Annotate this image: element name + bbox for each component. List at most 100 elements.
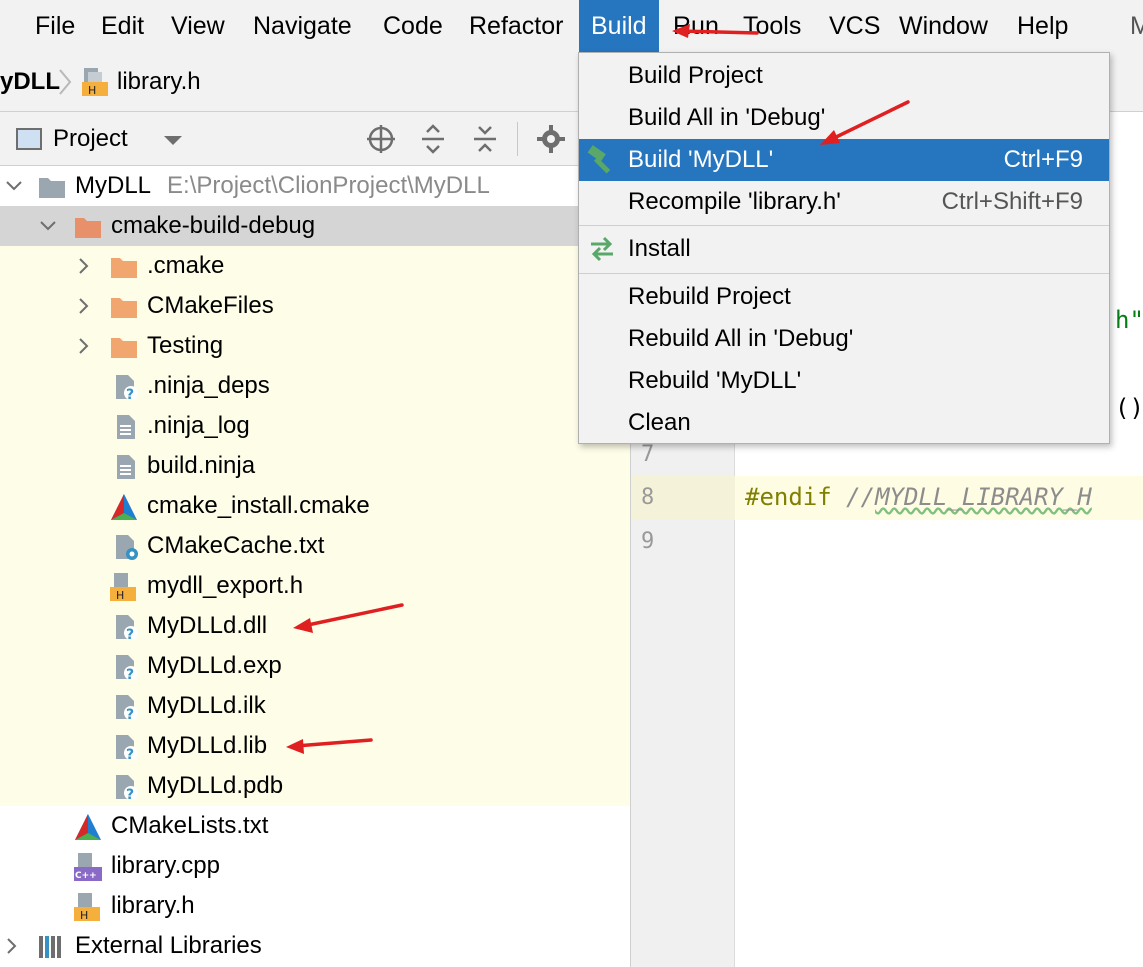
header-file-icon: H <box>82 68 108 96</box>
build-menu: Build Project Build All in 'Debug' Build… <box>578 52 1110 444</box>
config-file-icon <box>116 535 138 560</box>
folder-icon <box>39 178 65 198</box>
menu-item-build-project[interactable]: Build Project <box>579 55 1109 97</box>
menu-navigate[interactable]: Navigate <box>253 0 352 52</box>
collapse-all-icon[interactable] <box>470 124 500 154</box>
folder-icon <box>75 218 101 238</box>
comment-prefix: // <box>846 483 876 511</box>
unknown-file-icon: ? <box>116 375 138 401</box>
menu-vcs[interactable]: VCS <box>829 0 880 52</box>
svg-text:H: H <box>88 84 96 96</box>
menu-item-install[interactable]: Install <box>579 228 1109 270</box>
gear-icon[interactable] <box>536 124 566 154</box>
unknown-file-icon: ? <box>116 615 138 641</box>
tree-item[interactable]: .cmake <box>0 246 630 286</box>
chevron-down-icon[interactable] <box>38 206 58 246</box>
cmake-icon <box>111 494 137 520</box>
tree-node-external-libraries[interactable]: External Libraries <box>0 926 630 966</box>
comment-text: MYDLL_LIBRARY_H <box>875 483 1092 511</box>
tree-label: .ninja_deps <box>147 372 270 399</box>
tree-item[interactable]: cmake_install.cmake <box>0 486 630 526</box>
tree-node-root[interactable]: MyDLL E:\Project\ClionProject\MyDLL <box>0 166 630 206</box>
tree-root-label: MyDLL <box>75 172 152 199</box>
code-fragment-parens: () <box>1115 394 1143 422</box>
folder-icon <box>111 298 137 318</box>
tree-label: CMakeFiles <box>147 292 274 319</box>
tree-label: mydll_export.h <box>147 572 304 599</box>
tree-item[interactable]: ? MyDLLd.exp <box>0 646 630 686</box>
tree-item[interactable]: H mydll_export.h <box>0 566 630 606</box>
tree-item[interactable]: CMakeCache.txt <box>0 526 630 566</box>
folder-icon <box>111 338 137 358</box>
unknown-file-icon: ? <box>116 775 138 801</box>
menu-view[interactable]: View <box>171 0 225 52</box>
header-file-icon: H <box>74 893 100 921</box>
menu-file[interactable]: File <box>35 0 75 52</box>
menu-run[interactable]: Run <box>673 0 719 52</box>
menu-item-rebuild-all-debug[interactable]: Rebuild All in 'Debug' <box>579 318 1109 360</box>
svg-text:?: ? <box>126 707 134 721</box>
text-file-icon <box>117 415 135 439</box>
menu-edit[interactable]: Edit <box>101 0 144 52</box>
menu-code[interactable]: Code <box>383 0 443 52</box>
tree-item[interactable]: Testing <box>0 326 630 366</box>
tree-node-build-dir[interactable]: cmake-build-debug <box>0 206 578 246</box>
tree-label: MyDLLd.exp <box>147 652 282 679</box>
svg-text:?: ? <box>126 387 134 401</box>
chevron-down-icon[interactable] <box>4 166 24 206</box>
code-line-8: #endif //MYDLL_LIBRARY_H <box>745 483 1092 511</box>
tree-label: CMakeLists.txt <box>111 812 269 839</box>
menu-item-build-mydll[interactable]: Build 'MyDLL' Ctrl+F9 <box>579 139 1109 181</box>
chevron-right-icon <box>59 69 72 95</box>
tree-item[interactable]: ? .ninja_deps <box>0 366 630 406</box>
tree-item[interactable]: CMakeFiles <box>0 286 630 326</box>
svg-text:?: ? <box>126 627 134 641</box>
unknown-file-icon: ? <box>116 735 138 761</box>
breadcrumb-project[interactable]: yDLL <box>0 52 60 112</box>
tree-label: MyDLLd.lib <box>147 732 268 759</box>
tree-item[interactable]: .ninja_log <box>0 406 630 446</box>
chevron-right-icon[interactable] <box>74 286 94 326</box>
menu-build[interactable]: Build <box>579 0 659 52</box>
locate-icon[interactable] <box>366 124 396 154</box>
menu-refactor[interactable]: Refactor <box>469 0 563 52</box>
menu-item-clean[interactable]: Clean <box>579 402 1109 444</box>
menu-help[interactable]: Help <box>1017 0 1068 52</box>
tree-label: CMakeCache.txt <box>147 532 325 559</box>
preprocessor-keyword: #endif <box>745 483 832 511</box>
tree-label: .ninja_log <box>147 412 250 439</box>
tree-label: .cmake <box>147 252 225 279</box>
menu-item-rebuild-project[interactable]: Rebuild Project <box>579 276 1109 318</box>
cpp-file-icon: C++ <box>74 853 102 881</box>
tree-item[interactable]: H library.h <box>0 886 630 926</box>
tree-item[interactable]: CMakeLists.txt <box>0 806 630 846</box>
menu-item-build-all-debug[interactable]: Build All in 'Debug' <box>579 97 1109 139</box>
tree-item[interactable]: build.ninja <box>0 446 630 486</box>
tree-label: cmake_install.cmake <box>147 492 370 519</box>
menu-window[interactable]: Window <box>899 0 988 52</box>
svg-text:?: ? <box>126 747 134 761</box>
tree-item[interactable]: ? MyDLLd.dll <box>0 606 630 646</box>
tree-item[interactable]: ? MyDLLd.pdb <box>0 766 630 806</box>
chevron-right-icon[interactable] <box>74 246 94 286</box>
tree-item[interactable]: ? MyDLLd.ilk <box>0 686 630 726</box>
expand-all-icon[interactable] <box>418 124 448 154</box>
menu-item-rebuild-mydll[interactable]: Rebuild 'MyDLL' <box>579 360 1109 402</box>
tree-item[interactable]: ? MyDLLd.lib <box>0 726 630 766</box>
tree-label: cmake-build-debug <box>111 212 316 239</box>
tree-item[interactable]: C++ library.cpp <box>0 846 630 886</box>
project-icon <box>16 128 42 150</box>
project-view-selector[interactable]: Project <box>53 112 128 166</box>
cpp-badge: C++ <box>75 871 97 881</box>
shortcut-label: Ctrl+F9 <box>1003 146 1083 173</box>
menubar-edge-text: M <box>1130 12 1143 40</box>
unknown-file-icon: ? <box>116 695 138 721</box>
tree-label: build.ninja <box>147 452 256 479</box>
breadcrumb-file[interactable]: library.h <box>117 52 201 112</box>
menu-tools[interactable]: Tools <box>743 0 801 52</box>
chevron-right-icon[interactable] <box>74 326 94 366</box>
menu-item-recompile[interactable]: Recompile 'library.h' Ctrl+Shift+F9 <box>579 181 1109 223</box>
cmake-icon <box>75 814 101 840</box>
chevron-right-icon[interactable] <box>2 926 22 966</box>
dropdown-caret-icon[interactable] <box>164 136 182 145</box>
